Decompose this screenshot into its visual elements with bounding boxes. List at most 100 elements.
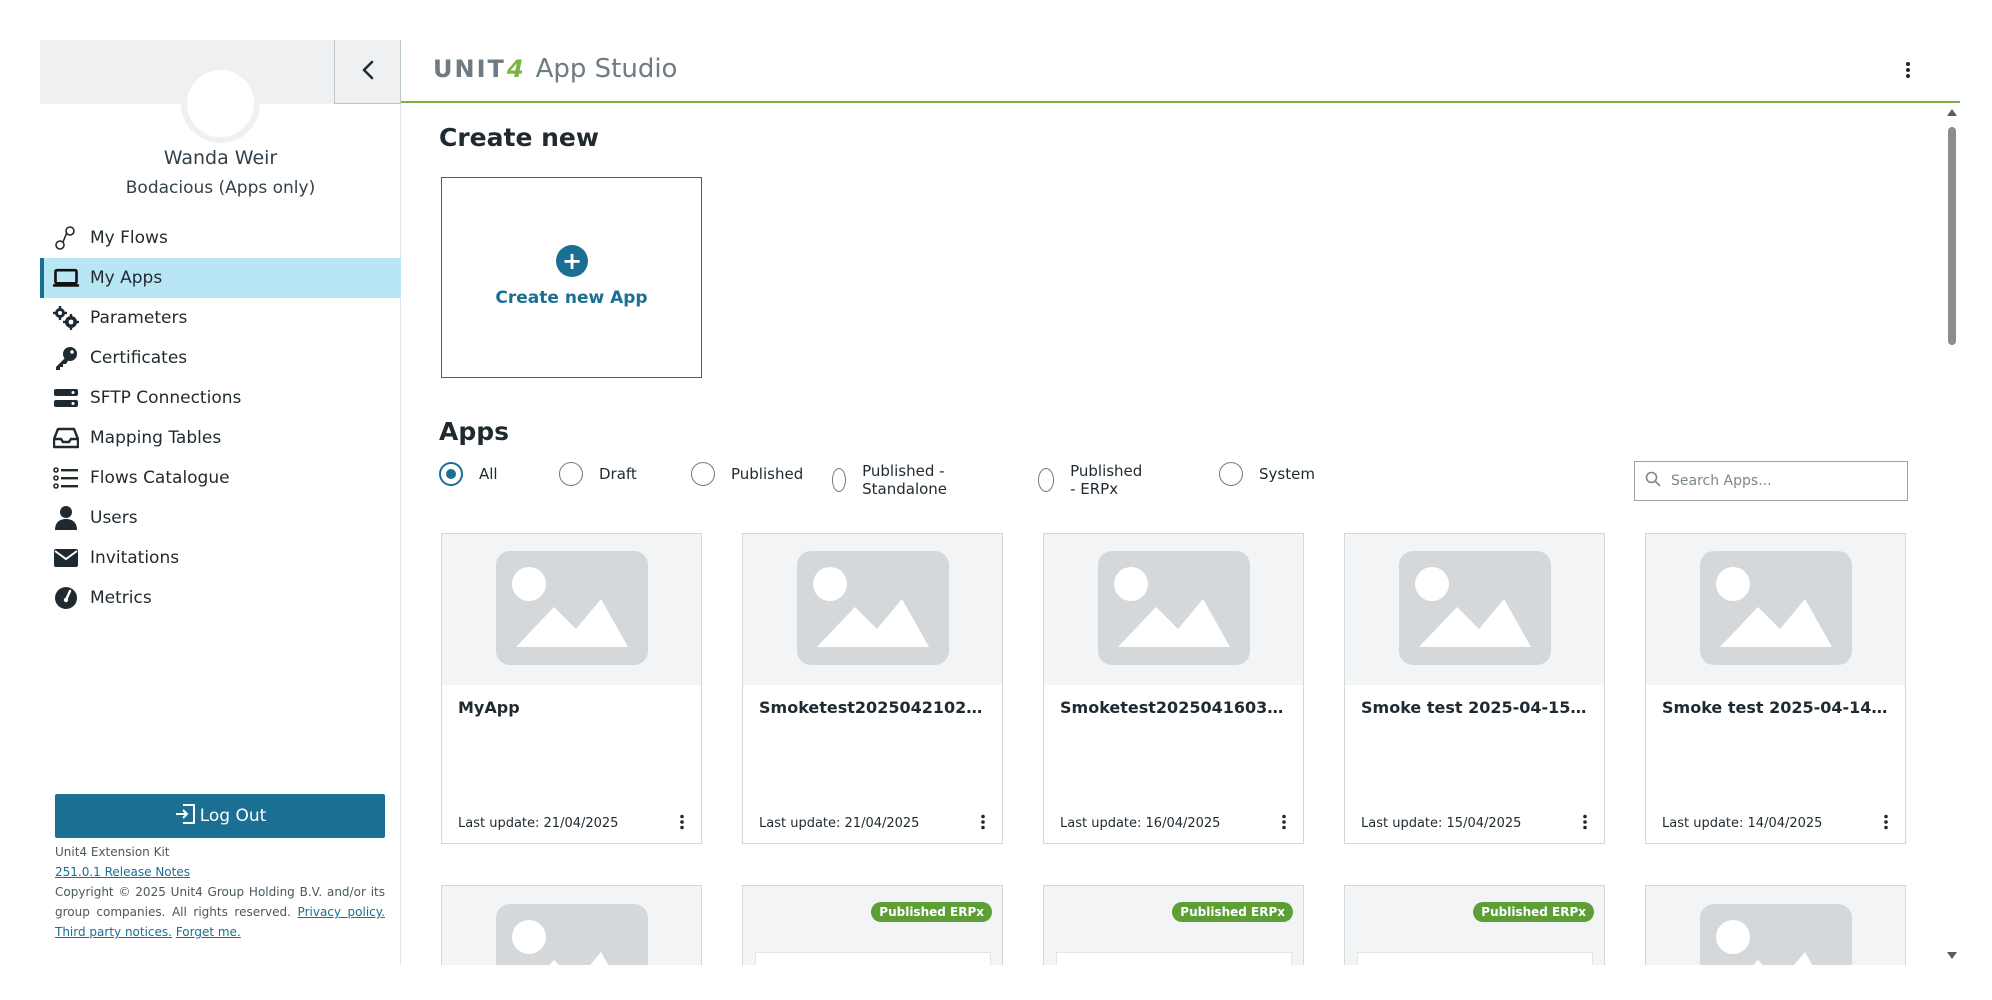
image-placeholder-icon — [495, 904, 648, 965]
radio-button[interactable] — [559, 462, 583, 486]
sidebar-item-label: Metrics — [90, 588, 152, 608]
app-card[interactable]: MyApp Last update: 21/04/2025 — [441, 533, 702, 844]
app-card[interactable]: Smoke test 2025-04-15_03:0... Last updat… — [1344, 533, 1605, 844]
app-card-menu-button[interactable] — [1578, 814, 1592, 834]
main-scrollbar[interactable] — [1943, 107, 1960, 965]
sidebar-footer: Unit4 Extension Kit 251.0.1 Release Note… — [55, 842, 385, 942]
filter-label: Published — [731, 465, 804, 483]
kebab-menu-icon — [1582, 814, 1588, 834]
status-badge: Published ERPx — [1473, 902, 1594, 922]
status-badge: Published ERPx — [871, 902, 992, 922]
scroll-up-arrow-icon[interactable] — [1947, 109, 1957, 116]
sidebar: Wanda Weir Bodacious (Apps only) My Flow… — [40, 40, 401, 965]
create-new-heading: Create new — [439, 123, 599, 152]
sidebar-item-metrics[interactable]: Metrics — [40, 578, 401, 618]
server-icon — [52, 384, 80, 412]
sidebar-item-sftp-connections[interactable]: SFTP Connections — [40, 378, 401, 418]
filter-label: System — [1259, 465, 1315, 483]
header-more-menu-button[interactable] — [1896, 58, 1920, 86]
app-card[interactable]: Smoketest20250416030920... Last update: … — [1043, 533, 1304, 844]
app-card-menu-button[interactable] — [1879, 814, 1893, 834]
third-party-notices-link[interactable]: Third party notices. — [55, 925, 172, 939]
search-apps-box[interactable] — [1634, 461, 1908, 501]
create-new-app-card[interactable]: + Create new App — [441, 177, 702, 378]
image-placeholder-icon — [796, 550, 949, 669]
app-card[interactable] — [1645, 885, 1906, 965]
app-card[interactable]: Smoke test 2025-04-14_03:2... Last updat… — [1645, 533, 1906, 844]
scroll-down-arrow-icon[interactable] — [1947, 952, 1957, 959]
sidebar-item-label: Certificates — [90, 348, 188, 368]
sidebar-item-label: SFTP Connections — [90, 388, 242, 408]
chevron-left-icon — [361, 60, 375, 84]
app-card[interactable]: Published ERPx — [1043, 885, 1304, 965]
app-last-update: Last update: 14/04/2025 — [1662, 816, 1823, 831]
sidebar-item-flows-catalogue[interactable]: Flows Catalogue — [40, 458, 401, 498]
privacy-policy-link[interactable]: Privacy policy. — [298, 905, 385, 919]
image-placeholder-icon — [1699, 904, 1852, 965]
filter-label: Published - ERPx — [1070, 462, 1143, 498]
image-placeholder-icon — [1398, 550, 1551, 669]
app-screenshot-preview — [1056, 952, 1292, 965]
sidebar-item-label: Flows Catalogue — [90, 468, 230, 488]
create-new-app-label: Create new App — [495, 288, 648, 308]
app-card[interactable]: Smoketest20250421025811... Last update: … — [742, 533, 1003, 844]
radio-button[interactable] — [439, 462, 463, 486]
sidebar-nav: My Flows My Apps Parameters Certificates… — [40, 218, 401, 618]
scrollbar-thumb[interactable] — [1948, 127, 1956, 345]
sidebar-item-mapping-tables[interactable]: Mapping Tables — [40, 418, 401, 458]
sidebar-item-certificates[interactable]: Certificates — [40, 338, 401, 378]
sidebar-item-parameters[interactable]: Parameters — [40, 298, 401, 338]
filter-all[interactable]: All — [439, 462, 498, 486]
filter-draft[interactable]: Draft — [559, 462, 637, 486]
app-last-update: Last update: 15/04/2025 — [1361, 816, 1522, 831]
app-card-menu-button[interactable] — [675, 814, 689, 834]
collapse-sidebar-button[interactable] — [334, 40, 401, 104]
unit4-logo: UNIT 4 App Studio — [433, 54, 677, 84]
app-thumbnail — [1345, 886, 1604, 965]
app-card[interactable] — [441, 885, 702, 965]
search-apps-input[interactable] — [1671, 473, 1891, 489]
filter-label: Published - Standalone — [862, 462, 948, 498]
forget-me-link[interactable]: Forget me. — [176, 925, 241, 939]
sidebar-item-users[interactable]: Users — [40, 498, 401, 538]
filter-published-erpx[interactable]: Published - ERPx — [1038, 462, 1150, 498]
user-organization: Bodacious (Apps only) — [125, 178, 316, 198]
filter-label: All — [479, 465, 498, 483]
app-last-update: Last update: 21/04/2025 — [759, 816, 920, 831]
apps-heading: Apps — [439, 417, 510, 446]
logout-label: Log Out — [199, 806, 267, 826]
app-last-update: Last update: 16/04/2025 — [1060, 816, 1221, 831]
brand-unit: UNIT — [433, 55, 506, 83]
app-title: Smoke test 2025-04-15_03:0... — [1361, 698, 1591, 717]
release-notes-link[interactable]: 251.0.1 Release Notes — [55, 865, 190, 879]
filter-system[interactable]: System — [1219, 462, 1315, 486]
status-badge: Published ERPx — [1172, 902, 1293, 922]
app-last-update: Last update: 21/04/2025 — [458, 816, 619, 831]
radio-button[interactable] — [691, 462, 715, 486]
sidebar-item-label: Invitations — [90, 548, 180, 568]
radio-button[interactable] — [1219, 462, 1243, 486]
sidebar-item-invitations[interactable]: Invitations — [40, 538, 401, 578]
user-icon — [52, 504, 80, 532]
filter-label: Draft — [599, 465, 637, 483]
radio-button[interactable] — [1038, 468, 1055, 492]
sidebar-item-label: Users — [90, 508, 138, 528]
filter-published[interactable]: Published — [691, 462, 803, 486]
app-thumbnail — [1345, 534, 1604, 685]
search-icon — [1645, 471, 1661, 491]
app-card-menu-button[interactable] — [976, 814, 990, 834]
sidebar-item-label: Mapping Tables — [90, 428, 222, 448]
app-card[interactable]: Published ERPx — [742, 885, 1003, 965]
radio-button[interactable] — [832, 468, 847, 492]
plus-circle-icon: + — [556, 245, 588, 277]
kebab-menu-icon — [1905, 61, 1911, 83]
app-card[interactable]: Published ERPx — [1344, 885, 1605, 965]
app-title: Smoketest20250416030920... — [1060, 698, 1290, 717]
avatar — [181, 64, 260, 143]
sidebar-item-my-apps[interactable]: My Apps — [40, 258, 401, 298]
filter-published-standalone[interactable]: Published - Standalone — [832, 462, 957, 498]
logout-button[interactable]: Log Out — [55, 794, 385, 838]
key-icon — [52, 344, 80, 372]
app-card-menu-button[interactable] — [1277, 814, 1291, 834]
sidebar-item-my-flows[interactable]: My Flows — [40, 218, 401, 258]
